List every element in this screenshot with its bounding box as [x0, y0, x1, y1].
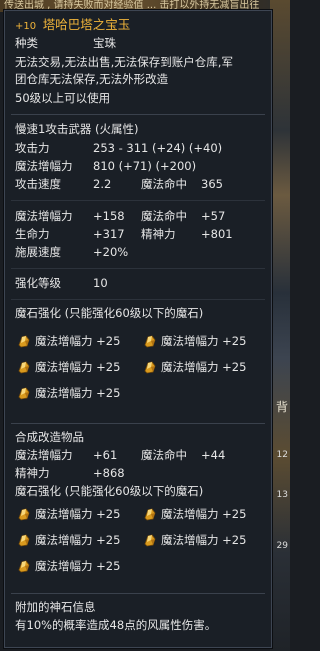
gold-manastone-icon	[18, 508, 30, 521]
stat-value: +61	[93, 448, 118, 462]
stat-row-magic-boost: 魔法增幅力 810 (+71) (+200)	[15, 158, 263, 174]
bonus-row: 生命力 +317 精神力 +801	[15, 226, 263, 242]
item-type-value: 宝珠	[93, 36, 116, 50]
manastone-slot: 魔法增幅力 +25	[143, 506, 246, 522]
stat-label: 施展速度	[15, 245, 61, 259]
godstone-description: 有10%的概率造成48点的风属性伤害。	[15, 618, 217, 632]
manastone-slot: 魔法增幅力 +25	[143, 359, 246, 375]
fusion-manastone-header: 魔石强化 (只能强化60级以下的魔石)	[15, 484, 204, 498]
item-name: 塔哈巴塔之宝玉	[42, 17, 131, 32]
divider	[11, 200, 265, 201]
stat-label: 魔法命中	[141, 209, 187, 223]
stat-value: +317	[93, 227, 125, 241]
gold-manastone-icon	[18, 335, 30, 348]
manastone-header: 魔石强化 (只能强化60级以下的魔石)	[15, 306, 204, 320]
fusion-row: 魔法增幅力 +61 魔法命中 +44	[15, 447, 263, 463]
manastone-stat: 魔法增幅力 +25	[35, 360, 121, 374]
fusion-header: 合成改造物品	[15, 430, 84, 444]
item-type-label: 种类	[15, 36, 38, 50]
stat-row-attack: 攻击力 253 - 311 (+24) (+40)	[15, 140, 263, 156]
divider	[11, 423, 265, 424]
stat-value: +20%	[93, 245, 129, 259]
manastone-slot: 魔法增幅力 +25	[17, 558, 120, 574]
stat-label: 攻击速度	[15, 177, 61, 191]
gold-manastone-icon	[144, 361, 156, 374]
manastone-stat: 魔法增幅力 +25	[161, 360, 247, 374]
gold-manastone-icon	[18, 387, 30, 400]
stat-label: 生命力	[15, 227, 50, 241]
stat-label: 攻击力	[15, 141, 50, 155]
background-slot-count: 29	[276, 541, 288, 551]
gold-manastone-icon	[144, 534, 156, 547]
fusion-row: 精神力 +868	[15, 465, 263, 481]
item-enchant-plus: +10	[15, 21, 37, 32]
stat-value: +801	[201, 227, 233, 241]
item-type-row: 种类 宝珠	[15, 35, 263, 51]
divider	[11, 114, 265, 115]
bonus-row: 施展速度 +20%	[15, 244, 263, 260]
gold-manastone-icon	[144, 508, 156, 521]
item-restriction-line: 无法交易,无法出售,无法保存到账户仓库,军	[15, 55, 233, 69]
stat-value: 365	[201, 177, 223, 191]
item-tooltip: +10 塔哈巴塔之宝玉 种类 宝珠 无法交易,无法出售,无法保存到账户仓库,军 …	[4, 10, 272, 648]
gold-manastone-icon	[144, 335, 156, 348]
manastone-slot: 魔法增幅力 +25	[17, 333, 120, 349]
stat-row-speed: 攻击速度 2.2 魔法命中 365	[15, 176, 263, 192]
item-title: +10 塔哈巴塔之宝玉	[15, 17, 263, 35]
manastone-slot: 魔法增幅力 +25	[17, 385, 120, 401]
stat-value: +57	[201, 209, 226, 223]
divider	[11, 593, 265, 594]
manastone-stat: 魔法增幅力 +25	[35, 533, 121, 547]
stat-value: 810 (+71) (+200)	[93, 159, 197, 173]
enchant-value: 10	[93, 276, 108, 290]
stat-value: +868	[93, 466, 125, 480]
item-level-requirement: 50级以上可以使用	[15, 91, 111, 105]
manastone-slot: 魔法增幅力 +25	[143, 333, 246, 349]
manastone-stat: 魔法增幅力 +25	[161, 334, 247, 348]
stat-label: 魔法增幅力	[15, 159, 73, 173]
stat-value: +44	[201, 448, 226, 462]
background-inventory-strip: 背 12 13 29	[270, 0, 290, 651]
enchant-label: 强化等级	[15, 276, 61, 290]
stat-value: 253 - 311 (+24) (+40)	[93, 141, 223, 155]
gold-manastone-icon	[18, 361, 30, 374]
stat-label: 魔法增幅力	[15, 448, 73, 462]
manastone-stat: 魔法增幅力 +25	[35, 334, 121, 348]
stat-label: 魔法增幅力	[15, 209, 73, 223]
background-slot-count: 12	[276, 450, 288, 460]
manastone-stat: 魔法增幅力 +25	[161, 533, 247, 547]
manastone-slot: 魔法增幅力 +25	[17, 506, 120, 522]
manastone-slot: 魔法增幅力 +25	[17, 359, 120, 375]
godstone-header: 附加的神石信息	[15, 600, 96, 614]
enchant-row: 强化等级 10	[15, 275, 263, 291]
stat-label: 魔法命中	[141, 177, 187, 191]
manastone-stat: 魔法增幅力 +25	[35, 386, 121, 400]
manastone-stat: 魔法增幅力 +25	[161, 507, 247, 521]
stat-label: 精神力	[15, 466, 50, 480]
item-weapon-type: 慢速1攻击武器 (火属性)	[15, 122, 139, 136]
stat-label: 精神力	[141, 227, 176, 241]
gold-manastone-icon	[18, 534, 30, 547]
manastone-slot: 魔法增幅力 +25	[17, 532, 120, 548]
stat-value: 2.2	[93, 177, 112, 191]
stat-value: +158	[93, 209, 125, 223]
item-restriction-line: 团仓库无法保存,无法外形改造	[15, 72, 169, 86]
background-slot-count: 13	[276, 490, 288, 500]
stat-label: 魔法命中	[141, 448, 187, 462]
divider	[11, 299, 265, 300]
background-bag-label: 背	[275, 400, 288, 414]
manastone-slot: 魔法增幅力 +25	[143, 532, 246, 548]
divider	[11, 268, 265, 269]
manastone-stat: 魔法增幅力 +25	[35, 507, 121, 521]
gold-manastone-icon	[18, 560, 30, 573]
bonus-row: 魔法增幅力 +158 魔法命中 +57	[15, 208, 263, 224]
manastone-stat: 魔法增幅力 +25	[35, 559, 121, 573]
